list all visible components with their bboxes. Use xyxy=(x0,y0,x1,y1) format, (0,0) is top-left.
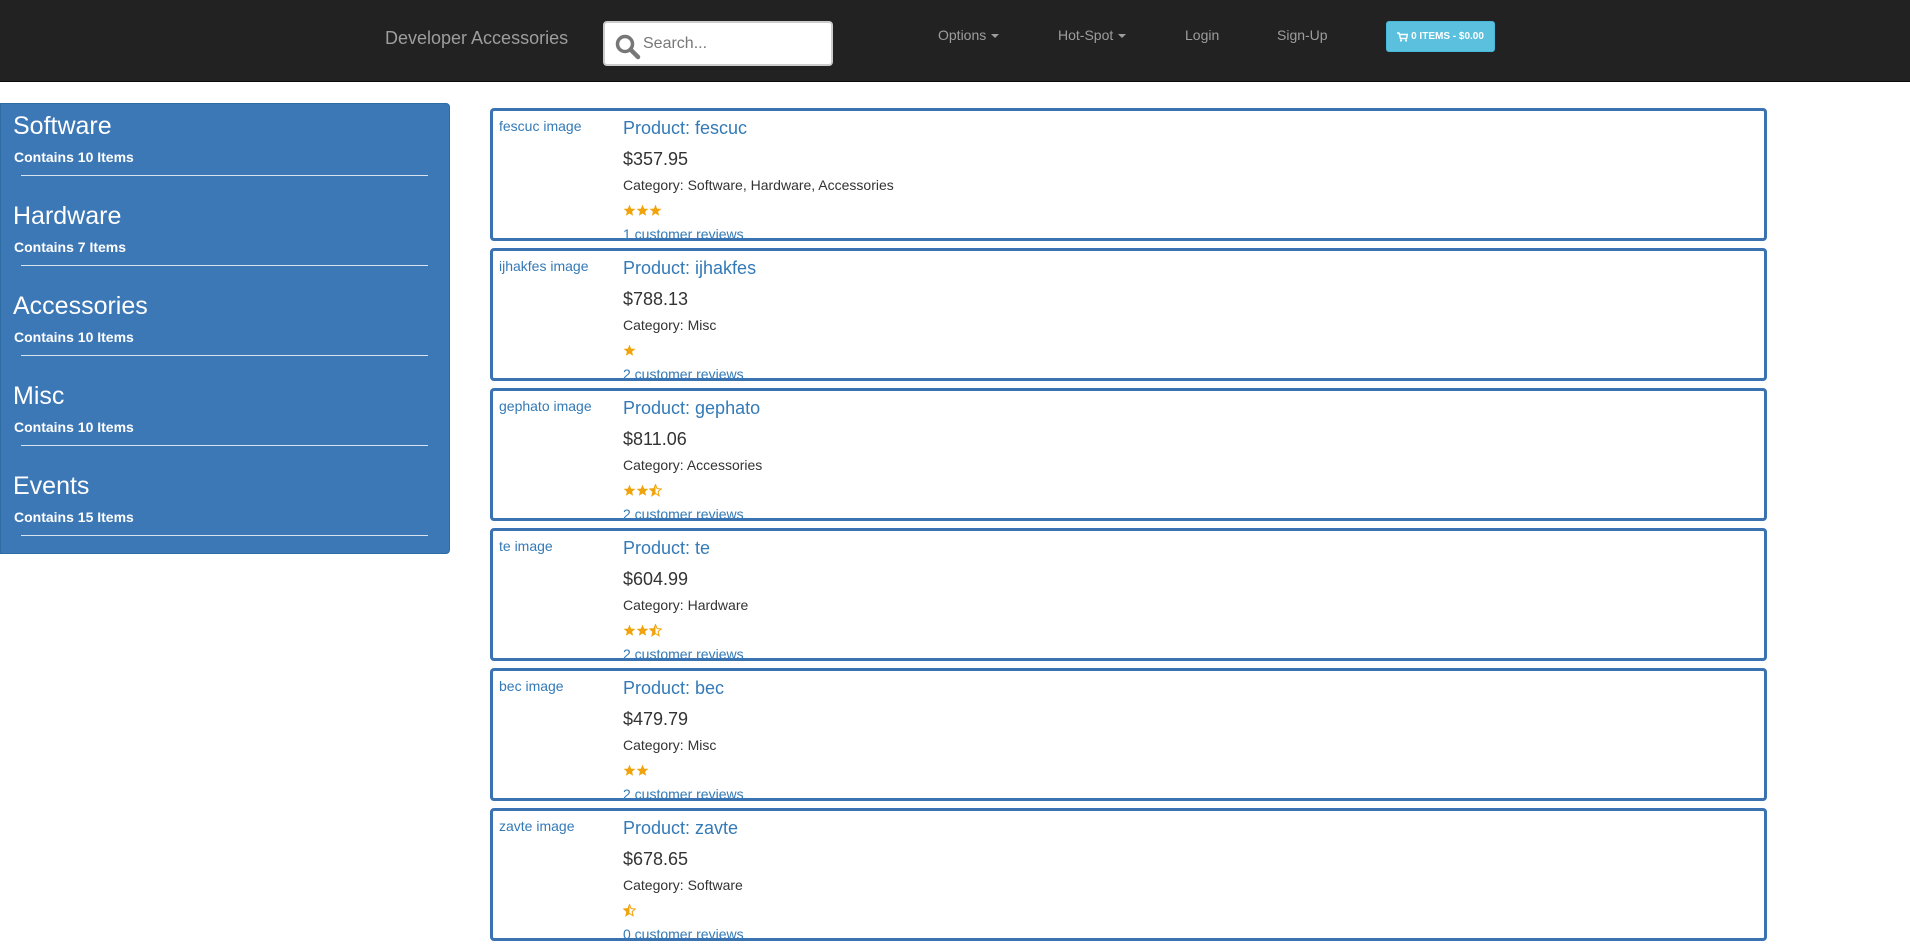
brand-link[interactable]: Developer Accessories xyxy=(385,28,568,49)
search-box[interactable] xyxy=(603,21,833,66)
product-card: fescuc image Product: fescuc $357.95 Cat… xyxy=(490,108,1767,242)
product-price: $811.06 xyxy=(623,429,687,449)
nav-hotspot-dropdown[interactable]: Hot-Spot xyxy=(1058,27,1127,43)
star-icon xyxy=(623,204,636,216)
product-category: Category: Misc xyxy=(623,317,717,333)
category-name: Events xyxy=(13,472,90,500)
half-star-icon xyxy=(648,623,663,637)
nav-options-label: Options xyxy=(938,27,987,43)
star-icon xyxy=(636,204,649,216)
sidebar-item-hardware[interactable]: Hardware Contains 7 Items xyxy=(13,194,428,279)
product-image[interactable]: ijhakfes image xyxy=(499,258,589,274)
category-name: Hardware xyxy=(13,202,122,230)
category-count: Contains 10 Items xyxy=(14,149,134,165)
divider xyxy=(21,445,428,446)
product-title-link[interactable]: Product: ijhakfes xyxy=(623,258,756,279)
sidebar-item-misc[interactable]: Misc Contains 10 Items xyxy=(13,374,428,459)
product-image[interactable]: bec image xyxy=(499,678,564,694)
category-count: Contains 7 Items xyxy=(14,239,127,255)
product-image[interactable]: gephato image xyxy=(499,398,592,414)
divider xyxy=(21,175,428,176)
sidebar-item-accessories[interactable]: Accessories Contains 10 Items xyxy=(13,284,428,369)
product-price: $479.79 xyxy=(623,709,689,729)
star-icon xyxy=(623,764,636,776)
star-rating xyxy=(623,623,663,638)
divider xyxy=(21,265,428,266)
customer-reviews-link[interactable]: 2 customer reviews xyxy=(623,786,744,802)
product-card: ijhakfes image Product: ijhakfes $788.13… xyxy=(490,248,1767,382)
star-icon xyxy=(623,344,636,356)
product-price: $678.65 xyxy=(623,849,689,869)
category-name: Software xyxy=(13,112,112,140)
product-title-link[interactable]: Product: bec xyxy=(623,678,724,699)
half-star-icon xyxy=(648,483,663,497)
nav-signup-link[interactable]: Sign-Up xyxy=(1277,27,1328,43)
product-card: bec image Product: bec $479.79 Category:… xyxy=(490,668,1767,802)
product-title-link[interactable]: Product: fescuc xyxy=(623,118,747,139)
star-rating xyxy=(622,903,637,918)
customer-reviews-link[interactable]: 2 customer reviews xyxy=(623,366,744,382)
nav-options-dropdown[interactable]: Options xyxy=(938,27,1000,43)
star-icon xyxy=(623,484,636,496)
product-price: $604.99 xyxy=(623,569,689,589)
divider xyxy=(21,535,428,536)
nav-hotspot-label: Hot-Spot xyxy=(1058,27,1114,43)
category-name: Accessories xyxy=(13,292,148,320)
customer-reviews-link[interactable]: 2 customer reviews xyxy=(623,506,744,522)
product-category: Category: Misc xyxy=(623,737,717,753)
product-title-link[interactable]: Product: zavte xyxy=(623,818,738,839)
customer-reviews-link[interactable]: 1 customer reviews xyxy=(623,226,744,242)
sidebar-item-events[interactable]: Events Contains 15 Items xyxy=(13,464,428,549)
product-title-link[interactable]: Product: gephato xyxy=(623,398,760,419)
star-rating xyxy=(623,764,649,778)
star-icon xyxy=(636,484,649,496)
half-star-icon xyxy=(622,903,637,917)
caret-down-icon xyxy=(991,34,1000,39)
star-rating xyxy=(623,344,636,358)
shopping-cart-icon xyxy=(1397,31,1409,42)
search-input[interactable] xyxy=(643,32,823,56)
product-card: zavte image Product: zavte $678.65 Categ… xyxy=(490,808,1767,942)
product-title-link[interactable]: Product: te xyxy=(623,538,710,559)
category-count: Contains 10 Items xyxy=(14,419,134,435)
product-card: gephato image Product: gephato $811.06 C… xyxy=(490,388,1767,522)
category-sidebar: Software Contains 10 Items Hardware Cont… xyxy=(0,103,450,554)
product-price: $788.13 xyxy=(623,289,689,309)
product-image[interactable]: zavte image xyxy=(499,818,574,834)
caret-down-icon xyxy=(1118,34,1127,39)
customer-reviews-link[interactable]: 0 customer reviews xyxy=(623,926,744,942)
cart-button[interactable]: 0 ITEMS - $0.00 xyxy=(1386,21,1495,52)
star-icon xyxy=(636,624,649,636)
product-category: Category: Software, Hardware, Accessorie… xyxy=(623,177,894,193)
cart-label: 0 ITEMS - $0.00 xyxy=(1411,31,1484,42)
product-card: te image Product: te $604.99 Category: H… xyxy=(490,528,1767,662)
product-category: Category: Hardware xyxy=(623,597,749,613)
product-category: Category: Software xyxy=(623,877,743,893)
product-image[interactable]: te image xyxy=(499,538,553,554)
star-icon xyxy=(636,764,649,776)
category-count: Contains 10 Items xyxy=(14,329,134,345)
navbar: Developer Accessories Options Hot-Spot L… xyxy=(0,0,1910,82)
star-icon xyxy=(649,204,662,216)
category-count: Contains 15 Items xyxy=(14,509,134,525)
search-icon xyxy=(615,34,641,60)
star-rating xyxy=(623,204,662,218)
customer-reviews-link[interactable]: 2 customer reviews xyxy=(623,646,744,662)
product-category: Category: Accessories xyxy=(623,457,763,473)
category-name: Misc xyxy=(13,382,65,410)
product-price: $357.95 xyxy=(623,149,689,169)
star-rating xyxy=(623,483,663,498)
product-image[interactable]: fescuc image xyxy=(499,118,581,134)
divider xyxy=(21,355,428,356)
nav-login-link[interactable]: Login xyxy=(1185,27,1219,43)
sidebar-item-software[interactable]: Software Contains 10 Items xyxy=(13,104,428,189)
star-icon xyxy=(623,624,636,636)
